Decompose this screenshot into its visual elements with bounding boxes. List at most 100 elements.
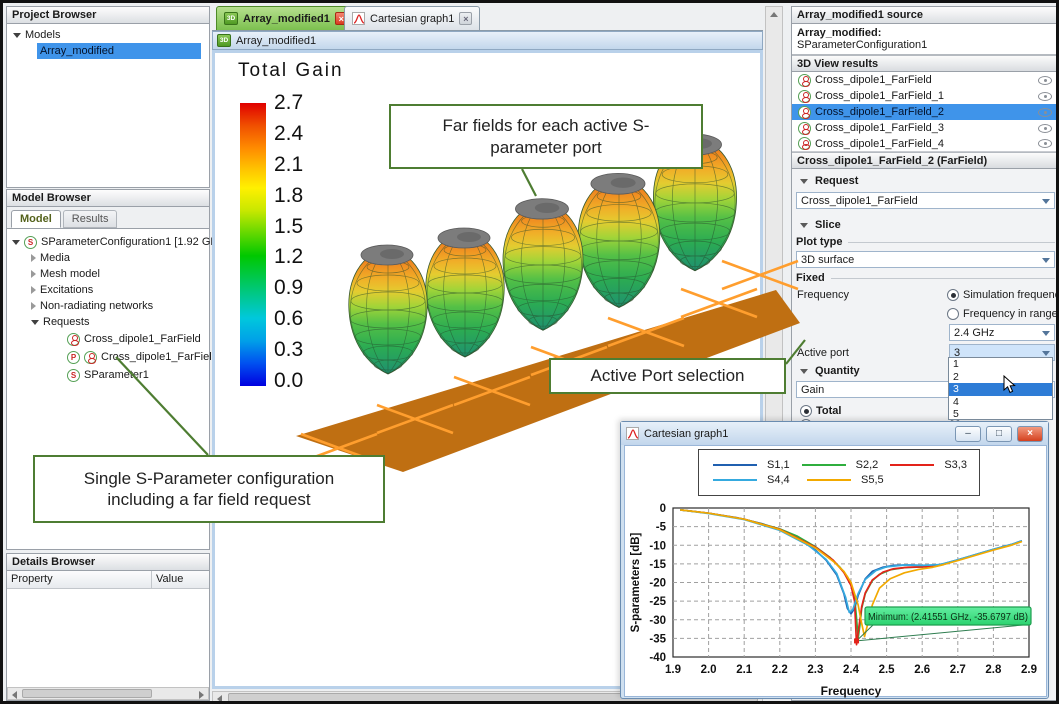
scroll-up-icon[interactable]	[770, 12, 778, 17]
visibility-eye-icon[interactable]	[1038, 124, 1052, 133]
visibility-eye-icon[interactable]	[1038, 139, 1052, 148]
result-item-selected[interactable]: Cross_dipole1_FarField_2	[792, 104, 1058, 120]
colorbar-tick: 0.3	[274, 338, 303, 362]
tree-item-requests[interactable]: Requests	[7, 314, 209, 330]
radio-icon[interactable]	[947, 308, 959, 320]
tree-item-mesh-model[interactable]: Mesh model	[7, 266, 209, 282]
colorbar-tick: 2.7	[274, 91, 303, 115]
tree-item-sparameterconfiguration1[interactable]: SParameterConfiguration1 [1.92 GHz ...	[7, 234, 209, 250]
result-item[interactable]: Cross_dipole1_FarField_1	[792, 88, 1058, 104]
tree-item-models[interactable]: Models	[7, 27, 209, 43]
colorbar-tick: 1.2	[274, 245, 303, 269]
tree-label: Array_modified	[40, 45, 114, 57]
dropdown-option-4[interactable]: 4	[949, 396, 1052, 409]
column-header-property[interactable]: Property	[7, 571, 152, 588]
tree-item-cross-dipole1-farfield-p[interactable]: Cross_dipole1_FarField	[7, 348, 209, 366]
scrollbar-thumb[interactable]	[22, 689, 152, 698]
chevron-down-icon[interactable]	[12, 240, 20, 245]
tab-cartesian-graph1[interactable]: Cartesian graph1 ×	[344, 6, 480, 30]
colorbar-tick: 0.0	[274, 369, 303, 393]
callout-sparam-config: Single S-Parameter configuration includi…	[33, 455, 385, 523]
chevron-down-icon[interactable]	[13, 33, 21, 38]
colorbar-tick: 2.4	[274, 122, 303, 146]
colorbar-title: Total Gain	[238, 60, 344, 82]
tree-item-cross-dipole1-farfield[interactable]: Cross_dipole1_FarField	[7, 330, 209, 348]
visibility-eye-icon[interactable]	[1038, 108, 1052, 117]
minimize-button[interactable]: –	[955, 426, 981, 442]
scroll-left-icon[interactable]	[12, 691, 17, 699]
visibility-eye-icon[interactable]	[1038, 92, 1052, 101]
section-slice[interactable]: Slice	[792, 217, 1058, 233]
chevron-right-icon[interactable]	[31, 286, 36, 294]
chevron-down-icon[interactable]	[31, 320, 39, 325]
svg-text:1.9: 1.9	[665, 664, 681, 676]
colorbar-tick: 0.9	[274, 276, 303, 300]
tree-label: Cross_dipole1_FarField	[84, 333, 201, 345]
frequency-combobox[interactable]: 2.4 GHz	[949, 324, 1055, 341]
frequency-label: Frequency	[797, 289, 849, 301]
combo-value: Gain	[801, 384, 824, 396]
tree-item-media[interactable]: Media	[7, 250, 209, 266]
close-button[interactable]: ×	[1017, 426, 1043, 442]
request-combobox[interactable]: Cross_dipole1_FarField	[796, 192, 1055, 209]
svg-text:2.2: 2.2	[772, 664, 788, 676]
result-label: Cross_dipole1_FarField_2	[815, 106, 1034, 118]
cartesian-graph-window[interactable]: Cartesian graph1 – □ × S1,1S2,2S3,3 S4,4…	[620, 421, 1049, 699]
radio-total[interactable]: Total	[800, 403, 841, 419]
tab-array-modified1[interactable]: Array_modified1 ×	[216, 6, 356, 30]
dropdown-option-3-selected[interactable]: 3	[949, 383, 1052, 396]
tree-label: Requests	[43, 316, 89, 328]
chevron-right-icon[interactable]	[31, 254, 36, 262]
sparameter-plot: 1.92.02.12.22.32.42.52.62.72.82.90-5-10-…	[625, 446, 1048, 698]
3d-view-icon	[224, 12, 238, 25]
tab-results[interactable]: Results	[63, 210, 118, 228]
chevron-right-icon[interactable]	[31, 302, 36, 310]
dropdown-option-2[interactable]: 2	[949, 371, 1052, 384]
tab-label: Cartesian graph1	[370, 13, 454, 25]
active-port-dropdown-list[interactable]: 1 2 3 4 5	[948, 357, 1053, 420]
svg-text:-15: -15	[649, 559, 666, 571]
tree-label: SParameterConfiguration1 [1.92 GHz ...	[41, 236, 236, 248]
close-icon[interactable]: ×	[459, 12, 472, 25]
radio-label: Total	[816, 405, 841, 417]
scroll-left-icon[interactable]	[217, 695, 222, 703]
tab-label: Array_modified1	[243, 13, 330, 25]
svg-text:2.8: 2.8	[985, 664, 1002, 676]
chevron-right-icon[interactable]	[31, 270, 36, 278]
tree-item-sparameter1[interactable]: SParameter1	[7, 366, 209, 384]
plot-type-combobox[interactable]: 3D surface	[796, 251, 1055, 268]
svg-text:-10: -10	[649, 540, 666, 552]
farfield-icon	[84, 351, 97, 364]
tab-model[interactable]: Model	[11, 210, 61, 228]
source-name: Array_modified:	[797, 27, 1053, 39]
radio-frequency-in-range[interactable]: Frequency in range	[947, 306, 1058, 322]
tree-item-excitations[interactable]: Excitations	[7, 282, 209, 298]
scroll-right-icon[interactable]	[199, 691, 204, 699]
radio-icon[interactable]	[947, 289, 959, 301]
svg-text:2.9: 2.9	[1021, 664, 1037, 676]
dropdown-option-1[interactable]: 1	[949, 358, 1052, 371]
visibility-eye-icon[interactable]	[1038, 76, 1052, 85]
tree-item-array-modified[interactable]: Array_modified	[37, 43, 201, 59]
dropdown-option-5[interactable]: 5	[949, 408, 1052, 421]
view3d-title: Array_modified1	[236, 35, 316, 47]
result-item[interactable]: Cross_dipole1_FarField_3	[792, 120, 1058, 136]
farfield-icon	[798, 137, 811, 150]
application-window: Project Browser Models Array_modified Mo…	[0, 0, 1059, 704]
collapse-icon[interactable]	[800, 223, 808, 228]
maximize-button[interactable]: □	[986, 426, 1012, 442]
section-quantity[interactable]: Quantity	[792, 363, 942, 379]
radio-simulation-frequencies[interactable]: Simulation frequencies	[947, 287, 1059, 303]
column-header-value[interactable]: Value	[152, 571, 209, 588]
details-horizontal-scrollbar[interactable]	[7, 687, 209, 700]
tree-item-non-radiating-networks[interactable]: Non-radiating networks	[7, 298, 209, 314]
section-request[interactable]: Request	[792, 173, 1058, 189]
collapse-icon[interactable]	[800, 179, 808, 184]
result-item[interactable]: Cross_dipole1_FarField	[792, 72, 1058, 88]
result-item[interactable]: Cross_dipole1_FarField_4	[792, 136, 1058, 152]
callout-far-fields: Far fields for each active S-parameter p…	[389, 104, 703, 169]
collapse-icon[interactable]	[800, 369, 808, 374]
radio-icon[interactable]	[800, 405, 812, 417]
svg-text:2.7: 2.7	[950, 664, 966, 676]
window-title-bar[interactable]: Cartesian graph1 – □ ×	[621, 422, 1048, 445]
